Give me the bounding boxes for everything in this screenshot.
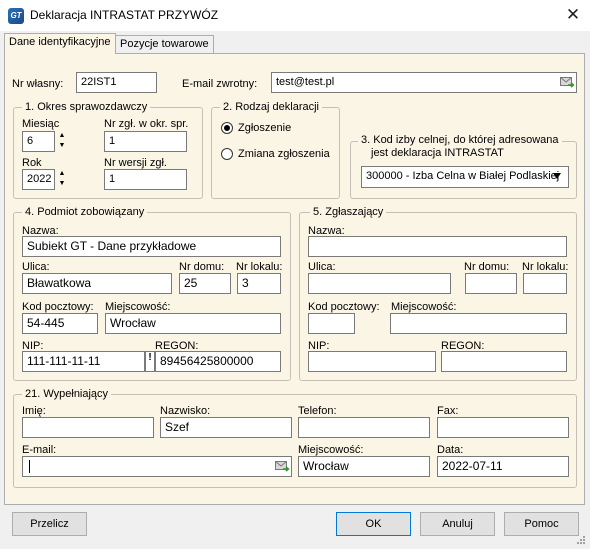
- email-zwrotny-field[interactable]: test@test.pl: [271, 72, 577, 93]
- kod-izby-select[interactable]: 300000 - Izba Celna w Białej Podlaskiej: [361, 166, 569, 188]
- data-field[interactable]: 2022-07-11: [437, 456, 569, 477]
- wyp-email-field[interactable]: [22, 456, 292, 477]
- window-title: Deklaracja INTRASTAT PRZYWÓZ: [30, 8, 219, 22]
- tab-dane-identyfikacyjne[interactable]: Dane identyfikacyjne: [4, 33, 116, 54]
- nip-warning-icon[interactable]: !: [145, 351, 155, 372]
- chevron-down-icon[interactable]: [553, 173, 561, 179]
- podmiot-nazwa-field[interactable]: Subiekt GT - Dane przykładowe: [22, 236, 281, 257]
- data-label: Data:: [437, 444, 464, 456]
- rok-spinner[interactable]: ▲ ▼: [55, 169, 69, 190]
- zgl-kod-field[interactable]: [308, 313, 355, 334]
- anuluj-button[interactable]: Anuluj: [420, 512, 495, 536]
- okres-title: 1. Okres sprawozdawczy: [22, 101, 151, 113]
- radio-zgloszenie[interactable]: [221, 122, 233, 134]
- podmiot-nip-field[interactable]: 111-111-11-11: [22, 351, 145, 372]
- zgl-nrdomu-label: Nr domu:: [464, 261, 510, 273]
- fax-field[interactable]: [437, 417, 569, 438]
- text-cursor: [29, 460, 30, 473]
- podmiot-kod-field[interactable]: 54-445: [22, 313, 98, 334]
- miesiac-spinner[interactable]: ▲ ▼: [55, 131, 69, 152]
- miesiac-field[interactable]: 6: [22, 131, 55, 152]
- nazwisko-label: Nazwisko:: [160, 405, 211, 417]
- podmiot-nrdomu-field[interactable]: 25: [179, 273, 231, 294]
- zgl-nip-field[interactable]: [308, 351, 436, 372]
- kod-izby-title-1: 3. Kod izby celnej, do której adresowana: [358, 134, 562, 146]
- resize-grip-icon[interactable]: [576, 535, 586, 545]
- spin-up-icon[interactable]: ▲: [55, 169, 69, 179]
- imie-label: Imię:: [22, 405, 46, 417]
- telefon-label: Telefon:: [298, 405, 337, 417]
- podmiot-nrlokalu-field[interactable]: 3: [237, 273, 281, 294]
- zgl-ulica-label: Ulica:: [308, 261, 336, 273]
- rok-label: Rok: [22, 157, 42, 169]
- wypelniajacy-title: 21. Wypełniający: [22, 388, 112, 400]
- nazwisko-field[interactable]: Szef: [160, 417, 292, 438]
- przelicz-button[interactable]: Przelicz: [12, 512, 87, 536]
- ok-button[interactable]: OK: [336, 512, 411, 536]
- podmiot-regon-field[interactable]: 89456425800000: [155, 351, 281, 372]
- send-mail-icon[interactable]: [560, 77, 576, 88]
- zgl-nrlokalu-field[interactable]: [523, 273, 567, 294]
- wyp-miejscowosc-label: Miejscowość:: [298, 444, 364, 456]
- zgl-miejscowosc-label: Miejscowość:: [391, 301, 457, 313]
- zgl-nrdomu-field[interactable]: [465, 273, 517, 294]
- tab-pozycje-towarowe[interactable]: Pozycje towarowe: [115, 35, 214, 53]
- podmiot-miejscowosc-label: Miejscowość:: [105, 301, 171, 313]
- podmiot-kod-label: Kod pocztowy:: [22, 301, 94, 313]
- nr-wersji-label: Nr wersji zgł.: [104, 157, 167, 169]
- podmiot-ulica-field[interactable]: Bławatkowa: [22, 273, 172, 294]
- spin-up-icon[interactable]: ▲: [55, 131, 69, 141]
- nr-zgl-label: Nr zgł. w okr. spr.: [104, 118, 189, 130]
- wyp-miejscowosc-field[interactable]: Wrocław: [298, 456, 430, 477]
- podmiot-nrdomu-label: Nr domu:: [179, 261, 225, 273]
- podmiot-ulica-label: Ulica:: [22, 261, 50, 273]
- send-mail-icon[interactable]: [275, 461, 291, 472]
- pomoc-button[interactable]: Pomoc: [504, 512, 579, 536]
- rok-field[interactable]: 2022: [22, 169, 55, 190]
- spin-down-icon[interactable]: ▼: [55, 179, 69, 189]
- wyp-email-label: E-mail:: [22, 444, 57, 456]
- zgl-kod-label: Kod pocztowy:: [308, 301, 380, 313]
- fax-label: Fax:: [437, 405, 459, 417]
- radio-zmiana-zgloszenia[interactable]: [221, 148, 233, 160]
- kod-izby-value: 300000 - Izba Celna w Białej Podlaskiej: [366, 170, 560, 182]
- miesiac-label: Miesiąc: [22, 118, 60, 130]
- email-zwrotny-label: E-mail zwrotny:: [182, 78, 258, 90]
- nr-wlasny-field[interactable]: 22IST1: [76, 72, 157, 93]
- nr-zgl-field[interactable]: 1: [104, 131, 187, 152]
- close-icon[interactable]: ✕: [562, 4, 584, 26]
- app-logo-icon: GT: [8, 8, 24, 24]
- zgl-miejscowosc-field[interactable]: [390, 313, 567, 334]
- kod-izby-title-2: jest deklaracja INTRASTAT: [369, 147, 506, 159]
- podmiot-nrlokalu-label: Nr lokalu:: [236, 261, 283, 273]
- zglaszajacy-title: 5. Zgłaszający: [310, 206, 387, 218]
- zgl-ulica-field[interactable]: [308, 273, 451, 294]
- telefon-field[interactable]: [298, 417, 430, 438]
- radio-zgloszenie-label[interactable]: Zgłoszenie: [238, 122, 291, 134]
- zgl-regon-field[interactable]: [441, 351, 567, 372]
- zgl-nazwa-field[interactable]: [308, 236, 567, 257]
- podmiot-title: 4. Podmiot zobowiązany: [22, 206, 148, 218]
- rodzaj-title: 2. Rodzaj deklaracji: [220, 101, 322, 113]
- podmiot-miejscowosc-field[interactable]: Wrocław: [105, 313, 281, 334]
- zgl-nrlokalu-label: Nr lokalu:: [522, 261, 569, 273]
- radio-zmiana-label[interactable]: Zmiana zgłoszenia: [238, 148, 330, 160]
- imie-field[interactable]: [22, 417, 154, 438]
- spin-down-icon[interactable]: ▼: [55, 141, 69, 151]
- nr-wersji-field[interactable]: 1: [104, 169, 187, 190]
- nr-wlasny-label: Nr własny:: [12, 78, 64, 90]
